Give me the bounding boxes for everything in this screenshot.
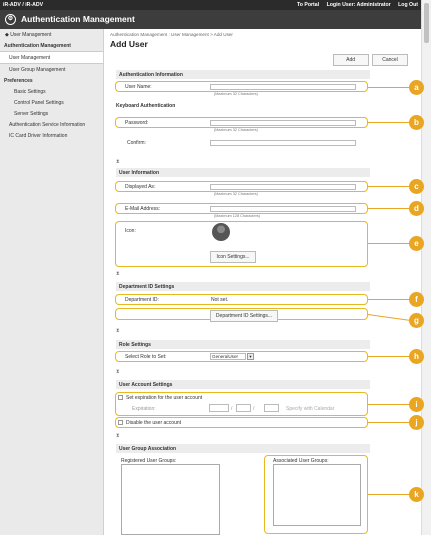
- device-name: iR-ADV: [3, 2, 21, 8]
- disable-account-label: Disable the user account: [126, 420, 182, 426]
- dept-id-label: Department ID:: [125, 297, 159, 303]
- callout-g: g: [409, 313, 424, 328]
- sidebar-item-basic[interactable]: Basic Settings: [0, 86, 103, 97]
- callout-h: h: [409, 349, 424, 364]
- dept-id-settings-button[interactable]: Department ID Settings...: [210, 310, 278, 322]
- sidebar: ◆ User Management Authentication Managem…: [0, 29, 104, 535]
- displayed-as-label: Displayed As:: [125, 184, 156, 190]
- password-hint: (Maximum 32 Characters): [214, 128, 258, 132]
- set-expiration-label: Set expiration for the user account: [126, 395, 203, 401]
- registered-groups-list[interactable]: [121, 464, 220, 535]
- sidebar-item-user-management[interactable]: User Management: [0, 51, 103, 64]
- callout-e: e: [409, 236, 424, 251]
- user-info-header: User Information: [116, 168, 370, 177]
- sidebar-item-ic-card[interactable]: IC Card Driver Information: [0, 130, 103, 141]
- logout-link[interactable]: Log Out: [398, 2, 418, 8]
- user-name-hint: (Maximum 32 Characters): [214, 92, 258, 96]
- to-portal-link[interactable]: To Portal: [297, 2, 319, 8]
- icon-label: Icon:: [125, 228, 136, 234]
- add-button[interactable]: Add: [332, 54, 369, 66]
- disable-account-checkbox[interactable]: [118, 420, 123, 425]
- role-label: Select Role to Set:: [125, 354, 167, 360]
- sidebar-item-control-panel[interactable]: Control Panel Settings: [0, 97, 103, 108]
- callout-c: c: [409, 179, 424, 194]
- date-sep-1: /: [231, 406, 233, 412]
- sidebar-back-link[interactable]: ◆ User Management: [0, 29, 103, 40]
- page-title: Add User: [110, 39, 148, 49]
- displayed-as-input[interactable]: [210, 184, 356, 190]
- cancel-button[interactable]: Cancel: [372, 54, 408, 66]
- date-sep-2: /: [253, 406, 255, 412]
- user-name-input[interactable]: [210, 84, 356, 90]
- email-input[interactable]: [210, 206, 356, 212]
- expiration-year-input[interactable]: [209, 404, 229, 412]
- sidebar-item-server[interactable]: Server Settings: [0, 108, 103, 119]
- dept-header: Department ID Settings: [116, 282, 370, 291]
- user-name-label: User Name:: [125, 84, 152, 90]
- sidebar-section-preferences: Preferences: [4, 77, 33, 84]
- main-area: Authentication Management : User Managem…: [110, 29, 420, 66]
- expiration-day-input[interactable]: [264, 404, 279, 412]
- associated-groups-list[interactable]: [273, 464, 361, 526]
- expiration-label: Expiration:: [132, 406, 156, 412]
- callout-k: k: [409, 487, 424, 502]
- sidebar-item-user-group[interactable]: User Group Management: [0, 64, 103, 75]
- device-name-2: / iR-ADV: [22, 2, 44, 8]
- callout-f: f: [409, 292, 424, 307]
- email-hint: (Maximum 128 Characters): [214, 214, 260, 218]
- callout-j: j: [409, 415, 424, 430]
- keyboard-auth-header: Keyboard Authentication: [116, 103, 176, 109]
- scroll-thumb[interactable]: [424, 3, 429, 43]
- password-input[interactable]: [210, 120, 356, 126]
- vertical-scrollbar[interactable]: [421, 0, 431, 535]
- callout-a: a: [409, 80, 424, 95]
- user-avatar-icon: [212, 223, 230, 241]
- callout-d: d: [409, 201, 424, 216]
- confirm-label: Confirm:: [127, 140, 146, 146]
- app-logo-icon: ⚙: [5, 14, 16, 26]
- callout-i: i: [409, 397, 424, 412]
- calendar-link[interactable]: Specify with Calendar: [286, 406, 334, 412]
- breadcrumb: Authentication Management : User Managem…: [110, 32, 233, 37]
- displayed-as-hint: (Maximum 32 Characters): [214, 192, 258, 196]
- top-bar: iR-ADV / iR-ADV To Portal Login User: Ad…: [0, 0, 421, 10]
- password-label: Password:: [125, 120, 149, 126]
- account-header: User Account Settings: [116, 380, 370, 389]
- chevron-down-icon[interactable]: ▼: [247, 353, 254, 360]
- auth-info-header: Authentication Information: [116, 70, 370, 79]
- callout-b: b: [409, 115, 424, 130]
- login-user-text: Login User: Administrator: [326, 2, 391, 8]
- collapse-toggle-icon-2[interactable]: ⧗: [116, 271, 120, 277]
- set-expiration-checkbox[interactable]: [118, 395, 123, 400]
- sidebar-section-auth: Authentication Management: [4, 42, 71, 49]
- app-title-bar: ⚙ Authentication Management: [0, 10, 421, 29]
- confirm-input[interactable]: [210, 140, 356, 146]
- collapse-toggle-icon-5[interactable]: ⧗: [116, 433, 120, 439]
- expiration-month-input[interactable]: [236, 404, 251, 412]
- role-header: Role Settings: [116, 340, 370, 349]
- icon-settings-button[interactable]: Icon Settings...: [210, 251, 256, 263]
- group-header: User Group Association: [116, 444, 370, 453]
- app-title: Authentication Management: [21, 14, 135, 24]
- role-select-value: GeneralUser: [212, 354, 239, 359]
- sidebar-item-auth-service[interactable]: Authentication Service Information: [0, 119, 103, 130]
- collapse-toggle-icon-3[interactable]: ⧗: [116, 328, 120, 334]
- collapse-toggle-icon[interactable]: ⧗: [116, 159, 120, 165]
- collapse-toggle-icon-4[interactable]: ⧗: [116, 369, 120, 375]
- dept-id-value: Not set.: [211, 297, 229, 303]
- email-label: E-Mail Address:: [125, 206, 161, 212]
- role-select[interactable]: GeneralUser: [210, 353, 246, 360]
